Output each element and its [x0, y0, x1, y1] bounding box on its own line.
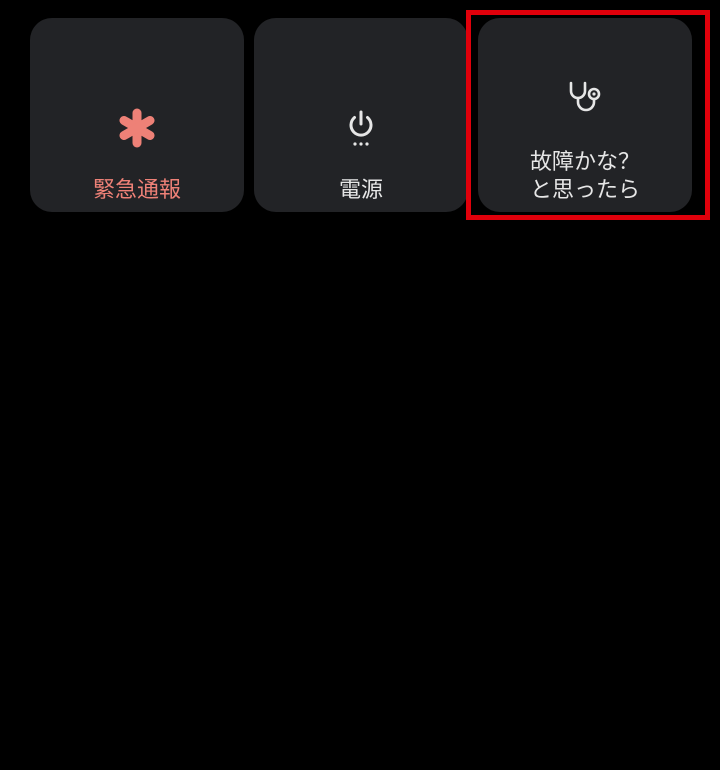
- troubleshoot-label-line1: 故障かな？: [529, 150, 640, 175]
- stethoscope-icon: [478, 80, 692, 114]
- power-icon: [254, 110, 468, 148]
- troubleshoot-label: 故障かな？ と思ったら: [478, 149, 692, 205]
- troubleshoot-button[interactable]: 故障かな？ と思ったら: [478, 18, 692, 212]
- asterisk-icon: [30, 108, 244, 148]
- power-menu-screen: 緊急通報 電源 故障かな？ と思ったら: [0, 0, 720, 770]
- power-button[interactable]: 電源: [254, 18, 468, 212]
- troubleshoot-label-line2: と思ったら: [529, 178, 640, 203]
- emergency-call-label: 緊急通報: [92, 178, 181, 203]
- emergency-call-button[interactable]: 緊急通報: [30, 18, 244, 212]
- power-label: 電源: [338, 178, 383, 203]
